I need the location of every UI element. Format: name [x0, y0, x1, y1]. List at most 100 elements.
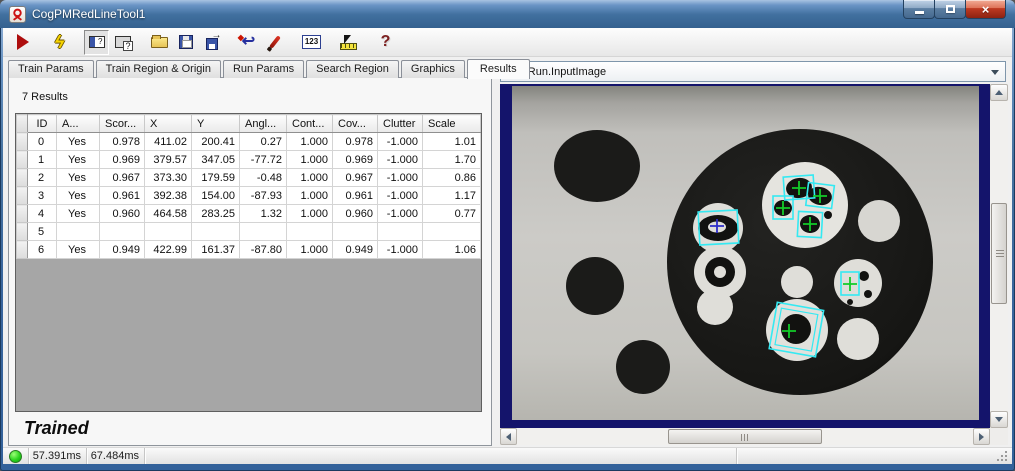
cell[interactable]: -1.000 — [377, 204, 423, 223]
column-header-clutter[interactable]: Clutter — [377, 114, 423, 133]
cell[interactable]: 0.952 — [99, 222, 145, 241]
cell[interactable]: 179.59 — [191, 168, 240, 187]
table-row[interactable]: 2 Yes 0.967 373.30 179.59 -0.48 1.000 0.967 -1.0… — [16, 168, 481, 187]
cell[interactable]: Yes — [56, 150, 100, 169]
cell[interactable]: -87.52 — [239, 222, 287, 241]
cell[interactable]: 0.86 — [422, 168, 481, 187]
table-row[interactable]: 4 Yes 0.960 464.58 283.25 1.32 1.000 0.960 -1.00… — [16, 204, 481, 223]
cell[interactable]: 464.58 — [144, 204, 192, 223]
results-grid[interactable]: ID A... Scor... X Y Angl... Cont... Cov... Clutt… — [15, 113, 482, 412]
cell[interactable]: -87.93 — [239, 186, 287, 205]
cell[interactable]: 2 — [27, 168, 57, 187]
column-header-y[interactable]: Y — [191, 114, 240, 133]
cell[interactable]: 1.01 — [422, 132, 481, 151]
scroll-left-button[interactable] — [500, 428, 517, 445]
row-header[interactable] — [16, 132, 28, 151]
column-header-cov[interactable]: Cov... — [332, 114, 378, 133]
cell[interactable]: 0.978 — [99, 132, 145, 151]
cell[interactable]: -0.48 — [239, 168, 287, 187]
cell[interactable]: 1 — [27, 150, 57, 169]
cell[interactable]: Yes — [56, 240, 100, 259]
save-as-button[interactable] — [199, 30, 224, 55]
cell[interactable]: 1.000 — [286, 204, 333, 223]
cell[interactable]: 0 — [27, 132, 57, 151]
title-bar[interactable]: CogPMRedLineTool1 × — [0, 0, 1015, 28]
cell[interactable]: 200.41 — [191, 132, 240, 151]
cell[interactable]: 1.70 — [422, 150, 481, 169]
cell[interactable]: 392.38 — [144, 186, 192, 205]
floating-display-button[interactable] — [110, 30, 135, 55]
cell[interactable]: Yes — [56, 222, 100, 241]
electric-run-button[interactable]: ϟ — [47, 30, 72, 55]
cell[interactable]: 1.57 — [422, 222, 481, 241]
cell[interactable]: -1.000 — [377, 240, 423, 259]
run-button[interactable] — [10, 30, 35, 55]
cell[interactable]: 1.06 — [422, 240, 481, 259]
cell[interactable]: Yes — [56, 168, 100, 187]
cell[interactable]: 5 — [27, 222, 57, 241]
horizontal-scrollbar[interactable] — [500, 428, 990, 445]
cell[interactable]: 4 — [27, 204, 57, 223]
cell[interactable]: 0.949 — [332, 240, 378, 259]
cell[interactable]: 347.05 — [191, 150, 240, 169]
cell[interactable]: 1.000 — [286, 240, 333, 259]
cell[interactable]: 422.99 — [144, 240, 192, 259]
resize-grip[interactable] — [997, 450, 1008, 461]
cell[interactable]: 0.969 — [332, 150, 378, 169]
tab-results[interactable]: Results — [466, 59, 530, 79]
save-button[interactable] — [173, 30, 198, 55]
edit-graphics-button[interactable] — [262, 30, 287, 55]
close-button[interactable]: × — [965, 0, 1006, 19]
row-header[interactable] — [16, 186, 28, 205]
column-header-cont[interactable]: Cont... — [286, 114, 333, 133]
cell[interactable]: 1.000 — [286, 150, 333, 169]
image-selector-dropdown[interactable]: LastRun.InputImage — [500, 61, 1006, 82]
tab-run-params[interactable]: Run Params — [222, 60, 305, 78]
cell[interactable]: 281.69 — [144, 222, 192, 241]
minimize-button[interactable] — [903, 0, 935, 19]
column-header-id[interactable]: ID — [27, 114, 57, 133]
image-display[interactable] — [512, 86, 979, 420]
cell[interactable]: 203.13 — [191, 222, 240, 241]
column-header-angl[interactable]: Angl... — [239, 114, 287, 133]
cell[interactable]: 0.961 — [332, 186, 378, 205]
numeric-format-button[interactable]: 123 — [299, 30, 324, 55]
cell[interactable]: 0.27 — [239, 132, 287, 151]
row-header[interactable] — [16, 240, 28, 259]
cell[interactable]: -1.000 — [377, 222, 423, 241]
column-header-a[interactable]: A... — [56, 114, 100, 133]
cell[interactable]: 1.17 — [422, 186, 481, 205]
cell[interactable]: 0.961 — [99, 186, 145, 205]
cell[interactable]: 0.960 — [99, 204, 145, 223]
cell[interactable]: 6 — [27, 240, 57, 259]
cell[interactable]: -1.000 — [377, 132, 423, 151]
table-row[interactable]: 1 Yes 0.969 379.57 347.05 -77.72 1.000 0.969 -1.… — [16, 150, 481, 169]
row-header[interactable] — [16, 222, 28, 241]
cell[interactable]: 411.02 — [144, 132, 192, 151]
cell[interactable]: 3 — [27, 186, 57, 205]
cell[interactable]: 379.57 — [144, 150, 192, 169]
help-button[interactable]: ? — [373, 30, 398, 55]
cell[interactable]: 0.952 — [332, 222, 378, 241]
cell[interactable]: 0.978 — [332, 132, 378, 151]
table-row[interactable]: 6 Yes 0.949 422.99 161.37 -87.80 1.000 0.949 -1.… — [16, 240, 481, 259]
column-header-scor[interactable]: Scor... — [99, 114, 145, 133]
cell[interactable]: -1.000 — [377, 186, 423, 205]
horizontal-scroll-thumb[interactable] — [668, 429, 822, 444]
cell[interactable]: 0.969 — [99, 150, 145, 169]
tab-train-params[interactable]: Train Params — [8, 60, 94, 78]
table-row[interactable]: 0 Yes 0.978 411.02 200.41 0.27 1.000 0.978 -1.00… — [16, 132, 481, 151]
cell[interactable]: -87.80 — [239, 240, 287, 259]
cell[interactable]: 373.30 — [144, 168, 192, 187]
cell[interactable]: 1.000 — [286, 186, 333, 205]
cell[interactable]: Yes — [56, 132, 100, 151]
table-row[interactable]: 3 Yes 0.961 392.38 154.00 -87.93 1.000 0.961 -1.… — [16, 186, 481, 205]
tool-display-button[interactable] — [84, 29, 109, 55]
row-header[interactable] — [16, 204, 28, 223]
cell[interactable]: 1.000 — [286, 222, 333, 241]
scroll-up-button[interactable] — [990, 84, 1008, 101]
tab-train-region-origin[interactable]: Train Region & Origin — [95, 60, 221, 78]
cell[interactable]: -1.000 — [377, 168, 423, 187]
cell[interactable]: Yes — [56, 186, 100, 205]
scroll-down-button[interactable] — [990, 411, 1008, 428]
